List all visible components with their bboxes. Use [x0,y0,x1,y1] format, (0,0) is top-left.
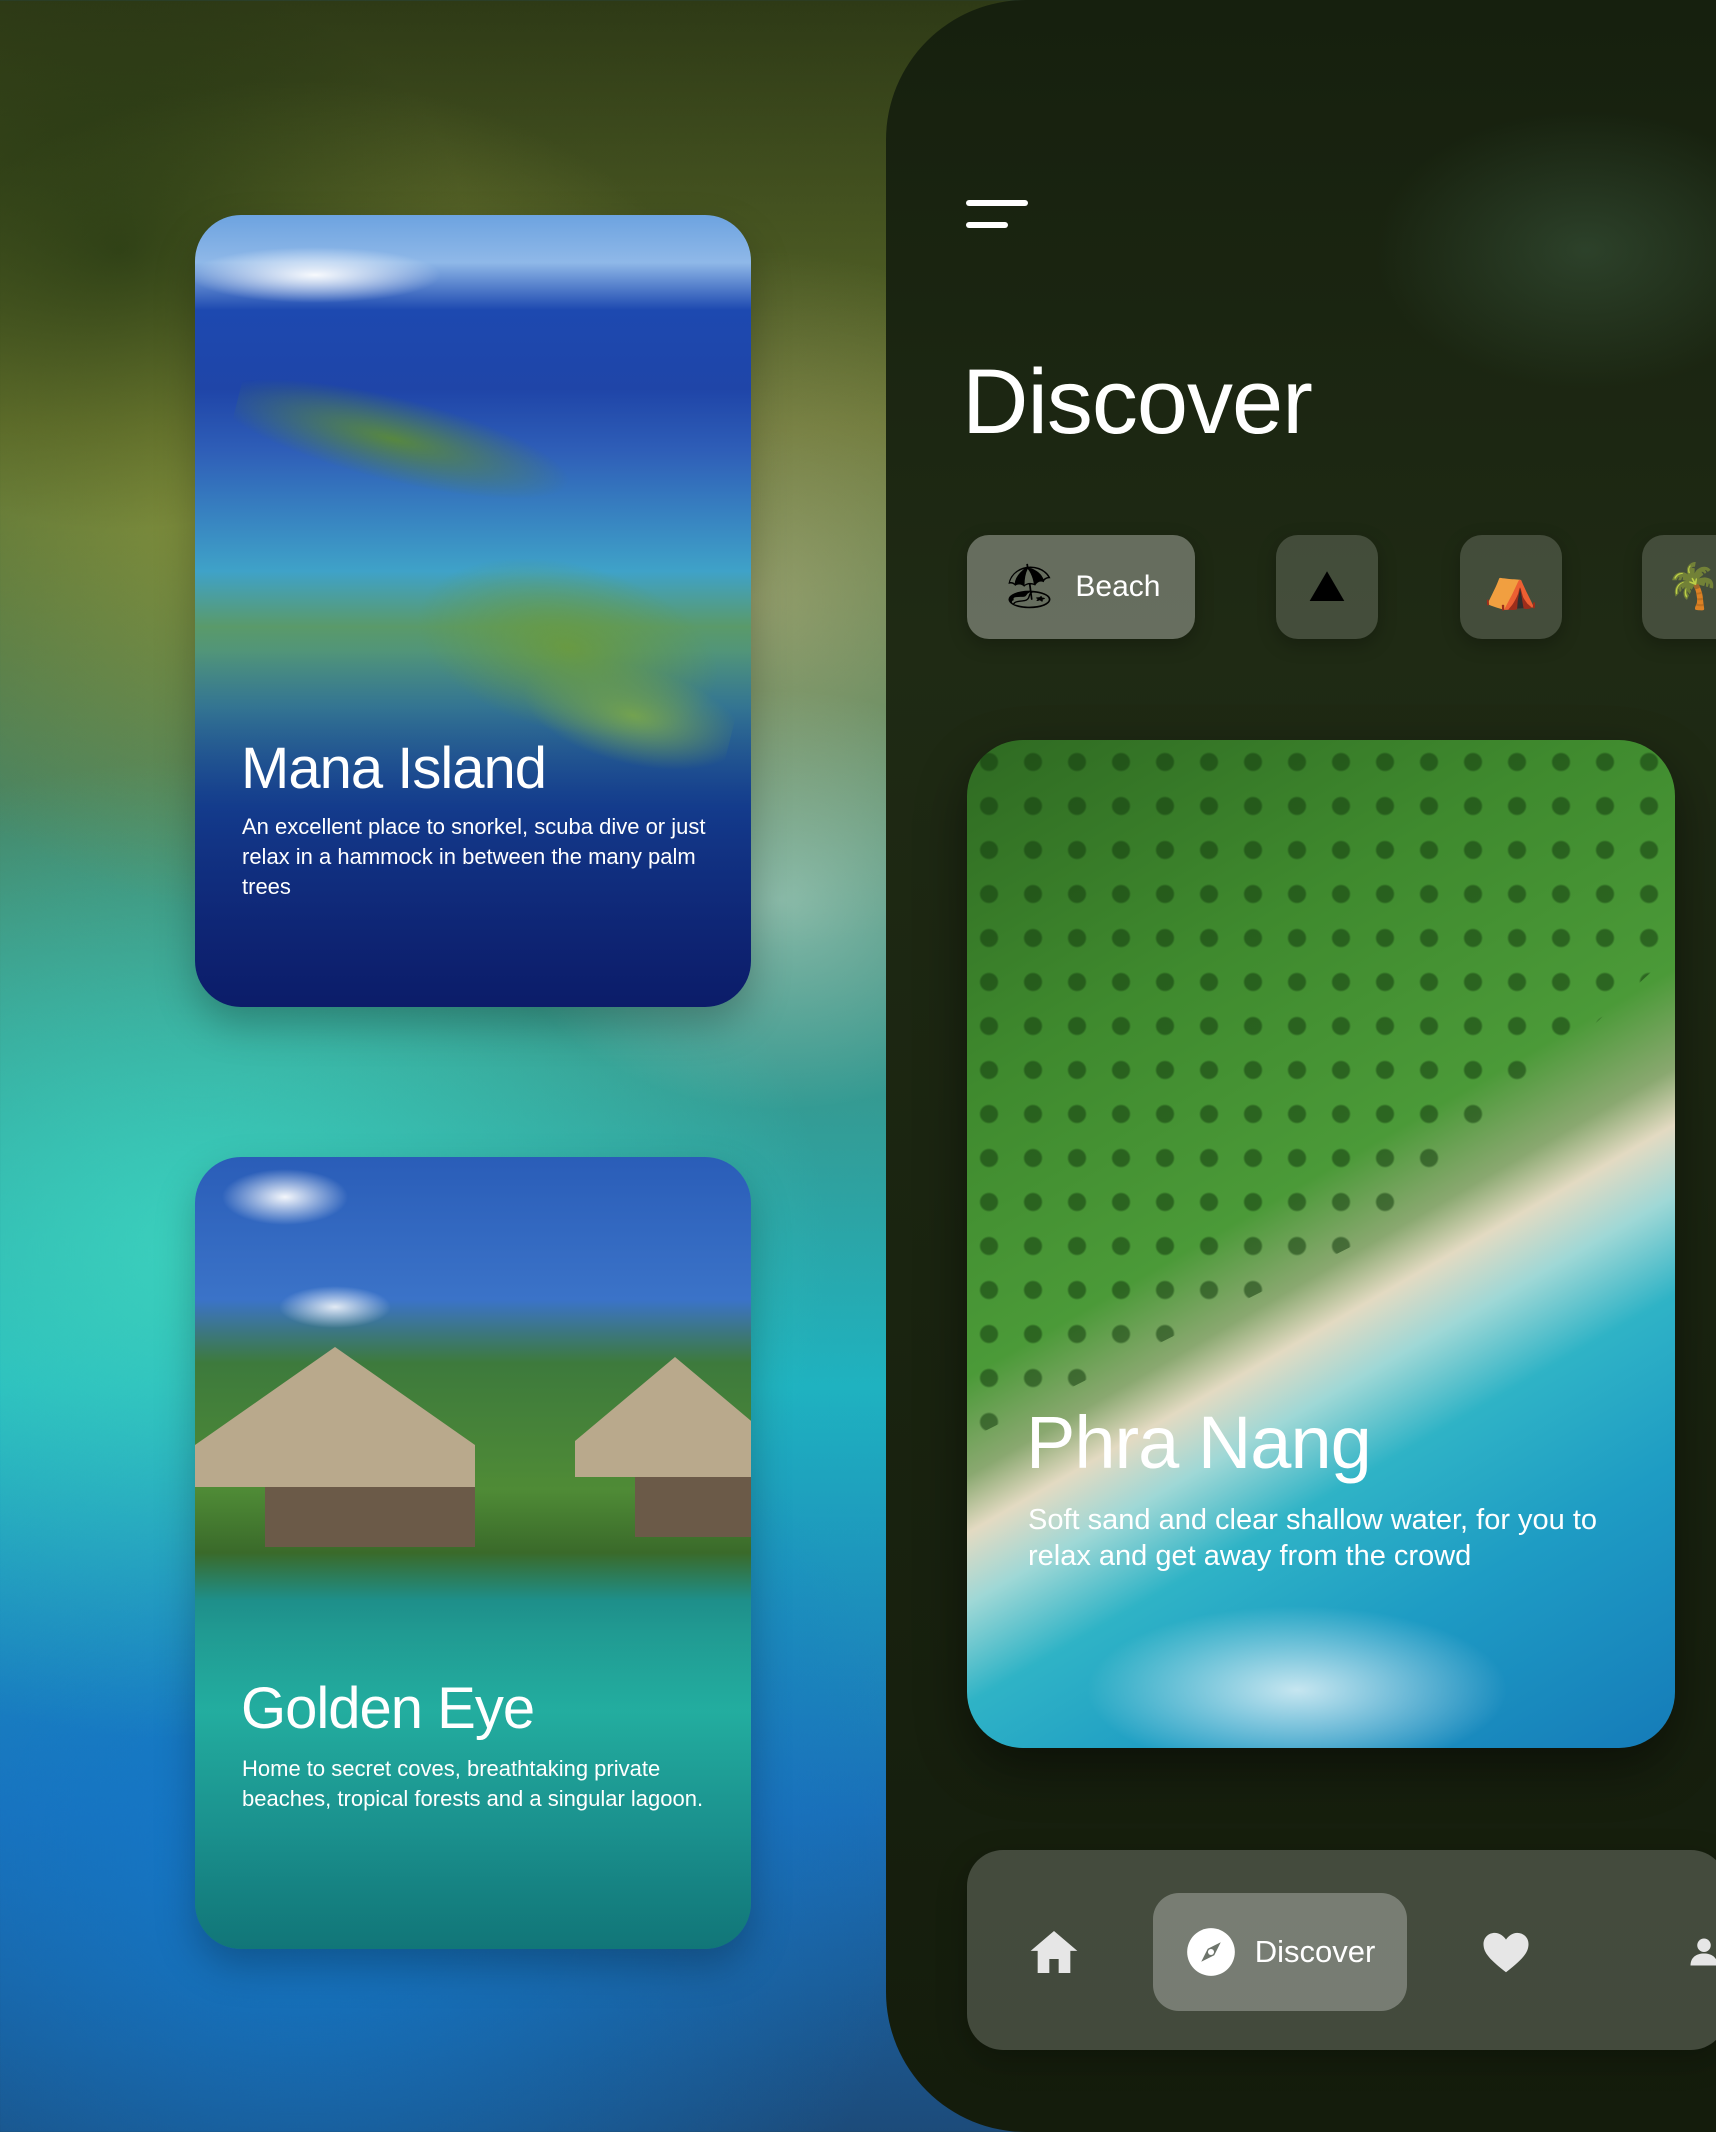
destination-card-mana-island[interactable]: Mana Island An excellent place to snorke… [195,215,751,1007]
palm-forest-image [967,740,1675,1440]
tent-icon: ⛺ [1483,561,1539,612]
hut-body-image [635,1477,751,1537]
menu-icon[interactable] [966,200,1032,234]
compass-icon [1186,1928,1235,1976]
beach-umbrella-icon: 🏖 [1001,561,1058,612]
nav-home[interactable] [1022,1920,1086,1984]
category-chip-mountain[interactable]: ⛰ [1276,535,1378,639]
card-description: An excellent place to snorkel, scuba div… [242,814,706,899]
palm-tree-icon: 🌴 [1665,561,1716,612]
category-chip-camping[interactable]: ⛺ [1460,535,1562,639]
hut-roof-image [575,1357,751,1477]
nav-discover[interactable]: Discover [1153,1893,1407,2011]
card-title: Golden Eye [241,1676,535,1741]
mountain-icon: ⛰ [1308,561,1346,612]
heart-icon [1483,1932,1529,1973]
category-label: Beach [1075,570,1161,603]
category-chip-beach[interactable]: 🏖 Beach [967,535,1195,639]
category-chip-palm[interactable]: 🌴 [1642,535,1716,639]
profile-icon [1690,1938,1716,1966]
page-title: Discover [962,351,1313,453]
nav-profile[interactable] [1672,1920,1716,1984]
destination-card-golden-eye[interactable]: Golden Eye Home to secret coves, breatht… [195,1157,751,1949]
nav-label: Discover [1254,1934,1376,1969]
home-icon [1030,1931,1078,1973]
hut-body-image [265,1487,475,1547]
card-description: Home to secret coves, breathtaking priva… [242,1756,704,1811]
nav-favorites[interactable] [1474,1920,1538,1984]
featured-description: Soft sand and clear shallow water, for y… [1028,1504,1598,1572]
card-title: Mana Island [241,736,547,801]
featured-title: Phra Nang [1026,1401,1372,1484]
hut-roof-image [195,1347,475,1487]
featured-destination-card[interactable] [967,740,1675,1748]
